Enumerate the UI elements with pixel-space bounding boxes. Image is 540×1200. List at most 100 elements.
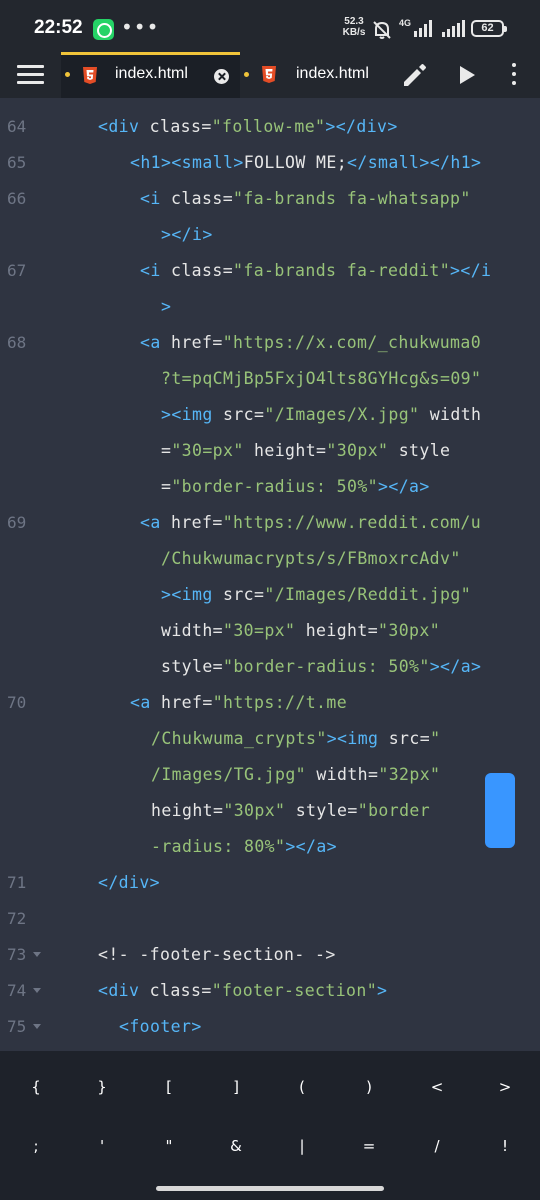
code-line[interactable]: >: [0, 290, 540, 326]
code-token: =: [254, 405, 265, 424]
code-line[interactable]: -radius: 80%"></a>: [0, 830, 540, 866]
code-line[interactable]: /Chukwuma_crypts"><img src=": [0, 722, 540, 758]
gesture-nav-handle[interactable]: [156, 1186, 384, 1191]
code-line[interactable]: 67 <i class="fa-brands fa-reddit"></i: [0, 254, 540, 290]
symbol-key[interactable]: >: [475, 1067, 535, 1107]
pencil-icon[interactable]: [401, 62, 428, 89]
code-token: =: [254, 585, 265, 604]
code-text: height="30px" style="border: [151, 801, 430, 820]
code-line[interactable]: ><img src="/Images/Reddit.jpg": [0, 578, 540, 614]
code-text: /Chukwumacrypts/s/FBmoxrcAdv": [161, 549, 461, 568]
line-number: 69: [7, 513, 27, 532]
scrollbar-thumb[interactable]: [485, 773, 515, 848]
unsaved-dot-icon: [65, 72, 70, 77]
line-number: 65: [7, 153, 27, 172]
symbol-key[interactable]: }: [72, 1067, 132, 1107]
code-line[interactable]: 64 <div class="follow-me"></div>: [0, 110, 540, 146]
code-token: ></a>: [285, 837, 338, 856]
fold-arrow-icon[interactable]: [33, 988, 41, 993]
code-line[interactable]: ></i>: [0, 218, 540, 254]
symbol-key[interactable]: ): [339, 1067, 399, 1107]
symbol-key[interactable]: /: [407, 1126, 467, 1166]
code-line[interactable]: /Images/TG.jpg" width="32px": [0, 758, 540, 794]
symbol-key[interactable]: (: [272, 1067, 332, 1107]
code-line[interactable]: ?t=pqCMjBp5FxjO4lts8GYHcg&s=09": [0, 362, 540, 398]
code-token: ></a>: [429, 657, 482, 676]
menu-icon[interactable]: [17, 65, 44, 85]
html5-icon: [83, 67, 97, 84]
code-editor[interactable]: 64 <div class="follow-me"></div> 65 <h1><sm…: [0, 98, 540, 1051]
code-token: "/Images/X.jpg": [264, 405, 420, 424]
code-token: width: [419, 405, 482, 424]
code-token: width: [161, 621, 213, 640]
symbol-key[interactable]: [: [139, 1067, 199, 1107]
code-line[interactable]: width="30=px" height="30px": [0, 614, 540, 650]
symbol-key[interactable]: ]: [206, 1067, 266, 1107]
code-token: height: [243, 441, 317, 460]
tab-index-html-active[interactable]: index.html: [61, 52, 240, 98]
code-token: "/Images/Reddit.jpg": [264, 585, 472, 604]
code-text: ="border-radius: 50%"></a>: [161, 477, 430, 496]
code-token: ></i: [450, 261, 492, 280]
code-line[interactable]: 66 <i class="fa-brands fa-whatsapp": [0, 182, 540, 218]
symbol-key[interactable]: ": [139, 1126, 199, 1166]
code-line[interactable]: 74 <div class="footer-section">: [0, 974, 540, 1010]
code-line[interactable]: ="30=px" height="30px" style: [0, 434, 540, 470]
code-line[interactable]: 70 <a href="https://t.me: [0, 686, 540, 722]
code-token: "https://www.reddit.com/u: [222, 513, 482, 532]
close-tab-icon[interactable]: [214, 69, 229, 84]
code-token: =: [419, 729, 431, 748]
symbol-key[interactable]: <: [407, 1067, 467, 1107]
code-token: height: [295, 621, 368, 640]
code-token: <h1><small>: [130, 153, 244, 172]
symbol-key[interactable]: ': [72, 1126, 132, 1166]
code-token: >: [377, 981, 388, 1000]
tab-label: index.html: [115, 65, 188, 82]
symbol-key[interactable]: !: [475, 1126, 535, 1166]
symbol-key[interactable]: =: [339, 1126, 399, 1166]
code-token: <div: [98, 981, 150, 1000]
code-token: =: [201, 981, 212, 1000]
code-token: =: [347, 801, 358, 820]
play-icon[interactable]: [457, 64, 477, 86]
code-text: <a href="https://t.me: [130, 693, 347, 712]
code-line[interactable]: 75 <footer>: [0, 1010, 540, 1046]
code-token: class: [171, 189, 223, 208]
symbol-key[interactable]: &: [206, 1126, 266, 1166]
code-text: ></i>: [161, 225, 213, 244]
code-token: src: [388, 729, 420, 748]
code-token: width: [306, 765, 369, 784]
code-text: ><img src="/Images/Reddit.jpg": [161, 585, 471, 604]
code-text: <div class="follow-me"></div>: [98, 117, 398, 136]
code-line[interactable]: 65 <h1><small>FOLLOW ME;</small></h1>: [0, 146, 540, 182]
more-vertical-icon[interactable]: [510, 63, 518, 87]
code-line[interactable]: 73 <!- -footer-section- ->: [0, 938, 540, 974]
code-token: <div: [98, 117, 150, 136]
code-token: =: [212, 657, 224, 676]
code-line[interactable]: style="border-radius: 50%"></a>: [0, 650, 540, 686]
symbol-key[interactable]: |: [272, 1126, 332, 1166]
code-token: FOLLOW ME;: [243, 153, 348, 172]
symbol-key[interactable]: ;: [6, 1126, 66, 1166]
symbol-key[interactable]: {: [6, 1067, 66, 1107]
code-line[interactable]: 71 </div>: [0, 866, 540, 902]
code-token: "border-radius: 50%": [223, 657, 430, 676]
tab-label: index.html: [296, 65, 369, 82]
code-text: ?t=pqCMjBp5FxjO4lts8GYHcg&s=09": [161, 369, 481, 388]
code-line[interactable]: ="border-radius: 50%"></a>: [0, 470, 540, 506]
code-line[interactable]: height="30px" style="border: [0, 794, 540, 830]
network-type-label: 4G: [399, 18, 411, 28]
code-line[interactable]: 68 <a href="https://x.com/_chukwuma0: [0, 326, 540, 362]
code-line[interactable]: ><img src="/Images/X.jpg" width: [0, 398, 540, 434]
tab-index-html[interactable]: index.html: [240, 52, 390, 98]
code-line[interactable]: 72: [0, 902, 540, 938]
fold-arrow-icon[interactable]: [33, 1024, 41, 1029]
code-text: </div>: [98, 873, 160, 892]
code-text: /Images/TG.jpg" width="32px": [151, 765, 440, 784]
code-line[interactable]: /Chukwumacrypts/s/FBmoxrcAdv": [0, 542, 540, 578]
line-number: 73: [7, 945, 27, 964]
code-line[interactable]: 69 <a href="https://www.reddit.com/u: [0, 506, 540, 542]
code-token: "30px": [223, 801, 286, 820]
fold-arrow-icon[interactable]: [33, 952, 41, 957]
code-token: "border-radius: 50%": [171, 477, 379, 496]
